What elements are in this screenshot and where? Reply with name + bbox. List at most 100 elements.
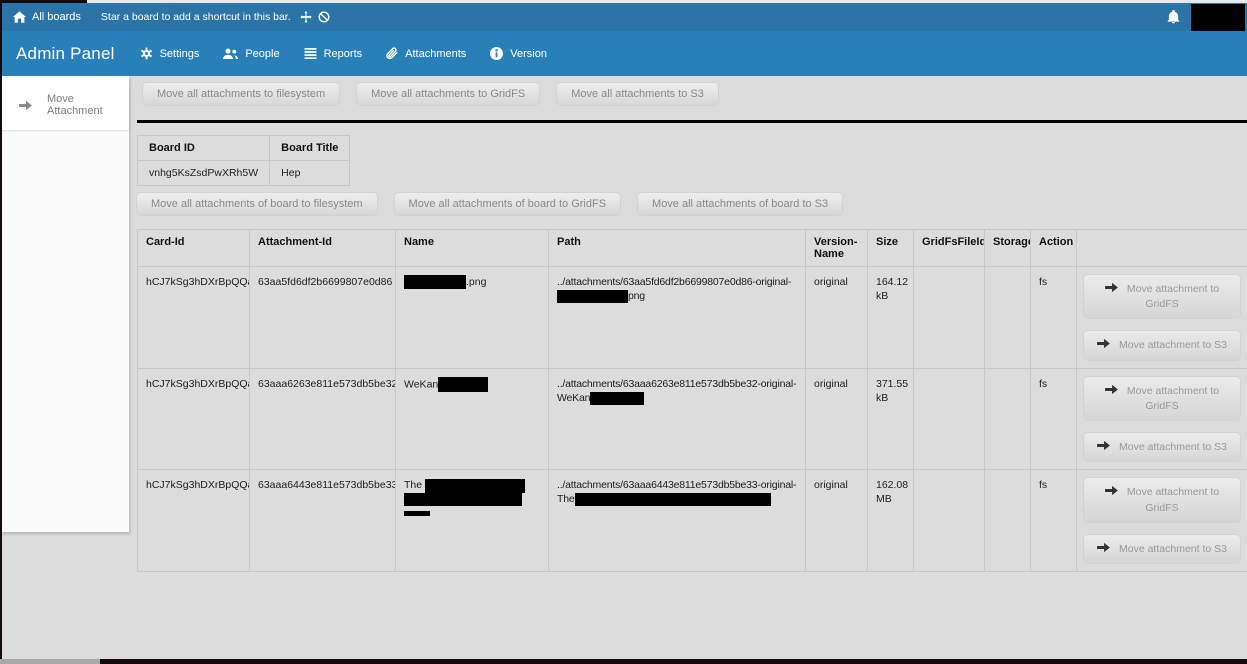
name-header: Name [396,230,549,267]
version-name-cell: original [806,470,868,572]
shortcut-banner: Star a board to add a shortcut in this b… [101,11,330,23]
redacted-text [575,493,771,506]
board-title-value: Hep [270,161,350,186]
tab-settings[interactable]: Settings [140,47,200,60]
board-move-buttons: Move all attachments of board to filesys… [137,193,1247,215]
move-attachment-gridfs-button[interactable]: Move attachment to GridFS [1084,478,1240,521]
tab-label: Settings [160,48,200,60]
window-top-edge [0,0,1247,3]
version-name-header: Version-Name [806,230,868,267]
action-cell: fs [1031,267,1077,369]
tab-label: Attachments [405,48,466,60]
path-line2-suffix: png [628,290,645,302]
table-row: hCJ7kSg3hDXrBpQQa 63aaa6443e811e573db5be… [138,470,1247,572]
move-attachment-gridfs-button[interactable]: Move attachment to GridFS [1084,377,1240,420]
table-row: hCJ7kSg3hDXrBpQQa 63aaa6263e811e573db5be… [138,368,1247,470]
move-attachment-s3-button[interactable]: Move attachment to S3 [1084,433,1240,461]
horizontal-scrollbar-thumb[interactable] [0,659,100,664]
action-header: Action [1031,230,1077,267]
name-cell: .png [396,267,549,369]
attachment-id-cell: 63aaa6443e811e573db5be33 [250,470,396,572]
move-attachment-s3-button[interactable]: Move attachment to S3 [1084,535,1240,563]
move-attachment-s3-button[interactable]: Move attachment to S3 [1084,331,1240,359]
arrow-right-icon [1105,487,1118,499]
gear-icon [140,47,153,60]
move-all-s3-button[interactable]: Move all attachments to S3 [557,83,718,105]
path-cell: ../attachments/63aaa6443e811e573db5be33-… [549,470,806,572]
move-all-gridfs-button[interactable]: Move all attachments to GridFS [357,83,539,105]
storage-header: Storage [985,230,1031,267]
row-buttons-cell: Move attachment to GridFS Move attachmen… [1077,368,1247,470]
redacted-text [438,377,488,392]
page-body: Move Attachment Move all attachments to … [0,76,1247,664]
button-label: Move attachment to S3 [1119,543,1227,555]
tab-reports[interactable]: Reports [304,48,363,60]
size-cell: 371.55 kB [868,368,914,470]
card-id-header: Card-Id [138,230,250,267]
button-label: Move attachment to S3 [1119,441,1227,453]
table-row: hCJ7kSg3hDXrBpQQa 63aa5fd6df2b6699807e0d… [138,267,1247,369]
storage-cell [985,368,1031,470]
board-id-header: Board ID [138,136,270,161]
row-buttons-cell: Move attachment to GridFS Move attachmen… [1077,267,1247,369]
admin-sidebar: Move Attachment [0,76,129,532]
storage-cell [985,267,1031,369]
notifications-bell-icon[interactable] [1167,10,1180,24]
button-label: Move attachment to GridFS [1127,385,1219,412]
move-board-s3-button[interactable]: Move all attachments of board to S3 [638,193,842,215]
move-icon[interactable] [300,11,312,23]
button-label: Move attachment to S3 [1119,339,1227,351]
sidebar-item-move-attachment[interactable]: Move Attachment [0,80,129,130]
move-board-filesystem-button[interactable]: Move all attachments of board to filesys… [137,193,377,215]
version-name-cell: original [806,368,868,470]
path-line2-prefix: The [557,493,575,505]
gridfsfileid-cell [914,267,985,369]
shortcut-banner-text: Star a board to add a shortcut in this b… [101,11,291,23]
board-table: Board ID Board Title vnhg5KsZsdPwXRh5W H… [137,135,350,186]
version-name-cell: original [806,267,868,369]
window-left-edge [0,0,2,664]
divider-line [137,120,1247,123]
button-label: Move attachment to GridFS [1127,283,1219,310]
tab-attachments[interactable]: Attachments [386,47,466,60]
move-all-filesystem-button[interactable]: Move all attachments to filesystem [143,83,339,105]
all-boards-link[interactable]: All boards [13,11,81,23]
redacted-text [557,290,628,303]
arrow-right-icon [1097,340,1110,352]
list-icon [304,48,317,59]
gridfsfileid-header: GridFsFileId [914,230,985,267]
tab-people[interactable]: People [223,48,279,60]
button-label: Move attachment to GridFS [1127,486,1219,513]
gridfsfileid-cell [914,470,985,572]
name-suffix: .png [466,276,486,288]
window-corner-artifact [0,0,87,3]
action-cell: fs [1031,470,1077,572]
tab-label: People [245,48,279,60]
size-cell: 162.08 MB [868,470,914,572]
card-id-cell: hCJ7kSg3hDXrBpQQa [138,470,250,572]
ban-icon[interactable] [318,11,330,23]
move-board-gridfs-button[interactable]: Move all attachments of board to GridFS [395,193,620,215]
tab-version[interactable]: Version [490,47,547,60]
move-attachment-gridfs-button[interactable]: Move attachment to GridFS [1084,275,1240,318]
home-icon [13,11,26,23]
redacted-text [425,479,525,493]
account-menu-redacted[interactable] [1191,4,1245,33]
name-cell: The [396,470,549,572]
path-line2-prefix: WeKan [557,392,590,404]
storage-cell [985,470,1031,572]
paperclip-icon [386,47,398,60]
horizontal-scrollbar-track[interactable] [0,659,1247,664]
name-cell: WeKan [396,368,549,470]
people-icon [223,48,238,60]
attachments-table: Card-Id Attachment-Id Name Path Version-… [137,229,1247,572]
top-bar: All boards Star a board to add a shortcu… [0,3,1247,31]
attachments-header-row: Card-Id Attachment-Id Name Path Version-… [138,230,1247,267]
attachment-id-header: Attachment-Id [250,230,396,267]
action-cell: fs [1031,368,1077,470]
board-row: vnhg5KsZsdPwXRh5W Hep [138,161,350,186]
row-buttons-cell: Move attachment to GridFS Move attachmen… [1077,470,1247,572]
arrow-right-icon [1105,386,1118,398]
admin-panel-bar: Admin Panel Settings People Reports Atta… [0,31,1247,76]
board-title-header: Board Title [270,136,350,161]
